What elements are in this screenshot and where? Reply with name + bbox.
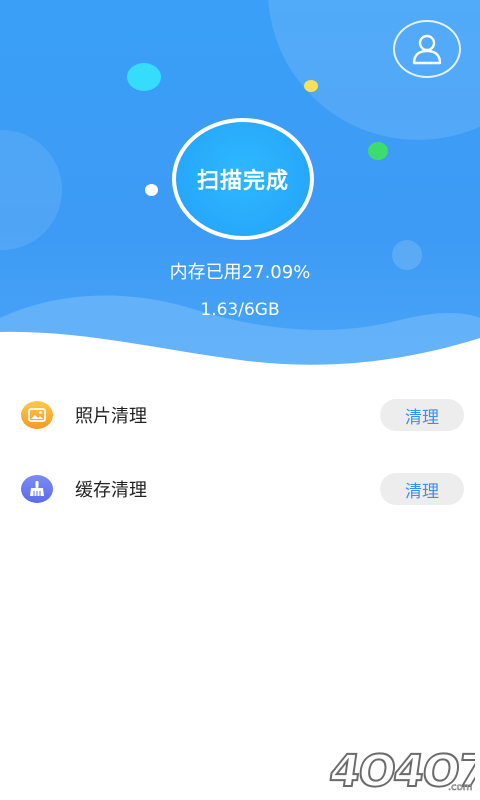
- decorative-dot: [304, 80, 318, 92]
- list-item-cache-cleanup: 缓存清理 清理: [0, 452, 480, 526]
- scan-status-circle[interactable]: 扫描完成: [172, 118, 314, 240]
- broom-icon: [21, 475, 53, 503]
- user-icon: [412, 34, 442, 65]
- photo-icon: [21, 401, 53, 429]
- list-item-photo-cleanup: 照片清理 清理: [0, 378, 480, 452]
- watermark-logo: 4O4O7 .com: [325, 745, 475, 794]
- header-panel: 扫描完成 内存已用27.09% 1.63/6GB: [0, 0, 480, 380]
- photo-clean-button[interactable]: 清理: [380, 399, 464, 431]
- decorative-dot: [145, 184, 158, 196]
- list-item-label: 缓存清理: [75, 480, 147, 501]
- memory-used-text: 内存已用27.09%: [169, 262, 311, 283]
- decorative-dot: [127, 63, 161, 91]
- cache-clean-button[interactable]: 清理: [380, 473, 464, 505]
- app-screen: 扫描完成 内存已用27.09% 1.63/6GB 照片清理 清理 缓存清理 清理…: [0, 0, 480, 800]
- memory-size-text: 1.63/6GB: [200, 300, 280, 320]
- decorative-dot: [368, 142, 388, 160]
- svg-text:.com: .com: [448, 782, 473, 793]
- profile-button[interactable]: [393, 20, 461, 78]
- list-item-label: 照片清理: [75, 406, 147, 427]
- decorative-bubble: [0, 130, 62, 250]
- scan-status-label: 扫描完成: [196, 169, 289, 194]
- cleanup-list: 照片清理 清理 缓存清理 清理: [0, 378, 480, 526]
